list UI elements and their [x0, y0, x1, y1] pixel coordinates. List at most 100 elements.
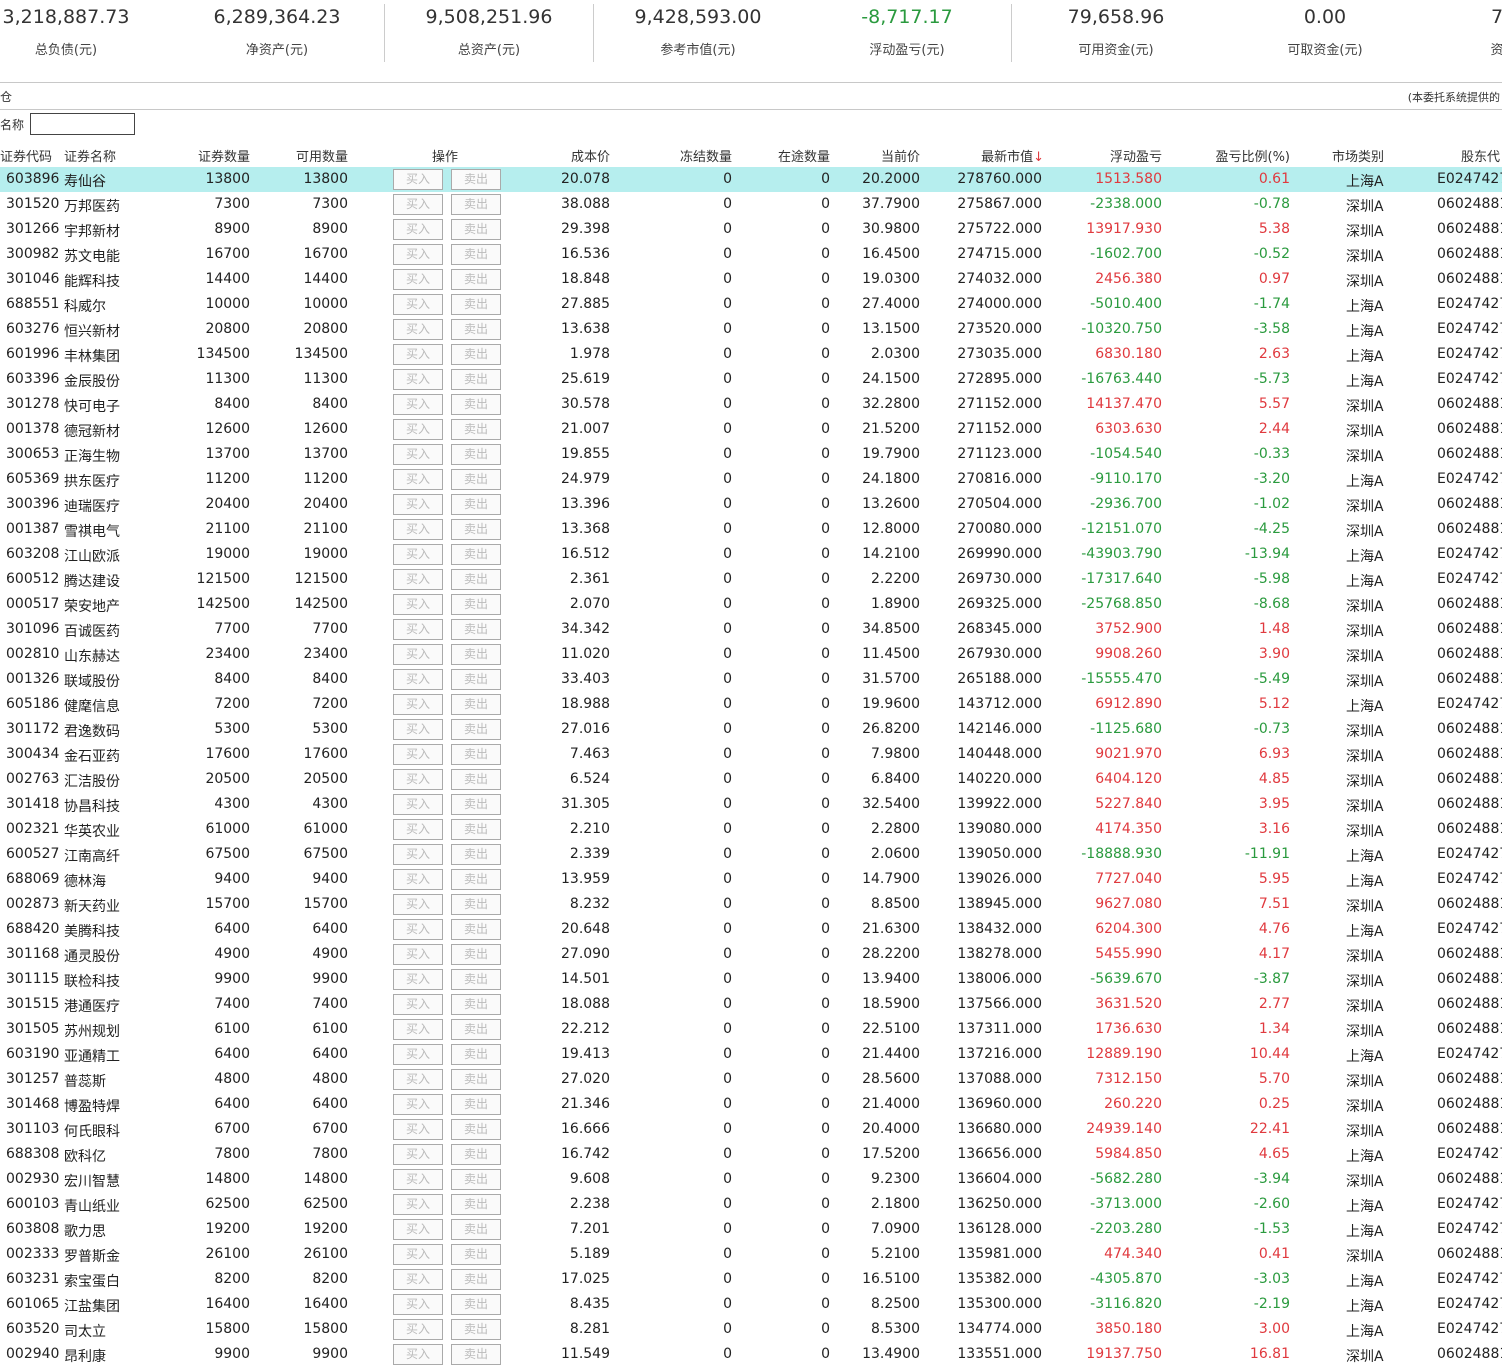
table-row[interactable]: 300396 迪瑞医疗 20400 20400 13.396 0 0 13.2600 27050… [0, 492, 1502, 517]
sell-button[interactable]: 卖出 [451, 494, 501, 515]
table-row[interactable]: 688551 科威尔 10000 10000 27.885 0 0 27.4000 274000… [0, 292, 1502, 317]
sell-button[interactable]: 卖出 [451, 519, 501, 540]
buy-button[interactable]: 买入 [393, 1194, 443, 1215]
table-row[interactable]: 301278 快可电子 8400 8400 30.578 0 0 32.2800 271152.… [0, 392, 1502, 417]
sell-button[interactable]: 卖出 [451, 994, 501, 1015]
sell-button[interactable]: 卖出 [451, 219, 501, 240]
sell-button[interactable]: 卖出 [451, 444, 501, 465]
table-row[interactable]: 603208 江山欧派 19000 19000 16.512 0 0 14.2100 26999… [0, 542, 1502, 567]
buy-button[interactable]: 买入 [393, 469, 443, 490]
buy-button[interactable]: 买入 [393, 519, 443, 540]
table-row[interactable]: 301046 能辉科技 14400 14400 18.848 0 0 19.0300 27403… [0, 267, 1502, 292]
buy-button[interactable]: 买入 [393, 1119, 443, 1140]
column-header[interactable]: 证券数量 [198, 146, 250, 165]
buy-button[interactable]: 买入 [393, 894, 443, 915]
buy-button[interactable]: 买入 [393, 544, 443, 565]
buy-button[interactable]: 买入 [393, 269, 443, 290]
table-row[interactable]: 301520 万邦医药 7300 7300 38.088 0 0 37.7900 275867.… [0, 192, 1502, 217]
table-row[interactable]: 301515 港通医疗 7400 7400 18.088 0 0 18.5900 137566.… [0, 992, 1502, 1017]
sell-button[interactable]: 卖出 [451, 169, 501, 190]
table-row[interactable]: 001326 联域股份 8400 8400 33.403 0 0 31.5700 265188.… [0, 667, 1502, 692]
column-header[interactable]: 当前价 [881, 146, 920, 165]
table-row[interactable]: 600103 青山纸业 62500 62500 2.238 0 0 2.1800 136250.… [0, 1192, 1502, 1217]
table-row[interactable]: 688069 德林海 9400 9400 13.959 0 0 14.7900 139026.0… [0, 867, 1502, 892]
sell-button[interactable]: 卖出 [451, 269, 501, 290]
buy-button[interactable]: 买入 [393, 369, 443, 390]
buy-button[interactable]: 买入 [393, 1294, 443, 1315]
table-row[interactable]: 301468 博盈特焊 6400 6400 21.346 0 0 21.4000 136960.… [0, 1092, 1502, 1117]
buy-button[interactable]: 买入 [393, 1044, 443, 1065]
buy-button[interactable]: 买入 [393, 419, 443, 440]
table-row[interactable]: 603520 司太立 15800 15800 8.281 0 0 8.5300 134774.0… [0, 1317, 1502, 1342]
sell-button[interactable]: 卖出 [451, 344, 501, 365]
sell-button[interactable]: 卖出 [451, 869, 501, 890]
table-row[interactable]: 301172 君逸数码 5300 5300 27.016 0 0 26.8200 142146.… [0, 717, 1502, 742]
buy-button[interactable]: 买入 [393, 1244, 443, 1265]
table-row[interactable]: 301103 何氏眼科 6700 6700 16.666 0 0 20.4000 136680.… [0, 1117, 1502, 1142]
column-header[interactable]: 证券名称 [64, 146, 116, 165]
buy-button[interactable]: 买入 [393, 494, 443, 515]
buy-button[interactable]: 买入 [393, 719, 443, 740]
table-row[interactable]: 301257 普蕊斯 4800 4800 27.020 0 0 28.5600 137088.0… [0, 1067, 1502, 1092]
sell-button[interactable]: 卖出 [451, 944, 501, 965]
table-row[interactable]: 600512 腾达建设 121500 121500 2.361 0 0 2.2200 26973… [0, 567, 1502, 592]
column-header[interactable]: 操作 [432, 146, 458, 165]
table-row[interactable]: 301266 宇邦新材 8900 8900 29.398 0 0 30.9800 275722.… [0, 217, 1502, 242]
buy-button[interactable]: 买入 [393, 169, 443, 190]
buy-button[interactable]: 买入 [393, 1219, 443, 1240]
sell-button[interactable]: 卖出 [451, 1194, 501, 1215]
sell-button[interactable]: 卖出 [451, 369, 501, 390]
buy-button[interactable]: 买入 [393, 1169, 443, 1190]
buy-button[interactable]: 买入 [393, 194, 443, 215]
sell-button[interactable]: 卖出 [451, 1094, 501, 1115]
column-header[interactable]: 可用数量 [296, 146, 348, 165]
sell-button[interactable]: 卖出 [451, 569, 501, 590]
sell-button[interactable]: 卖出 [451, 744, 501, 765]
buy-button[interactable]: 买入 [393, 1069, 443, 1090]
column-header[interactable]: 成本价 [571, 146, 610, 165]
sell-button[interactable]: 卖出 [451, 1169, 501, 1190]
buy-button[interactable]: 买入 [393, 219, 443, 240]
sell-button[interactable]: 卖出 [451, 844, 501, 865]
buy-button[interactable]: 买入 [393, 344, 443, 365]
sell-button[interactable]: 卖出 [451, 1219, 501, 1240]
table-row[interactable]: 301418 协昌科技 4300 4300 31.305 0 0 32.5400 139922.… [0, 792, 1502, 817]
sell-button[interactable]: 卖出 [451, 294, 501, 315]
column-header[interactable]: 盈亏比例(%) [1216, 146, 1291, 165]
sell-button[interactable]: 卖出 [451, 719, 501, 740]
table-row[interactable]: 603190 亚通精工 6400 6400 19.413 0 0 21.4400 137216.… [0, 1042, 1502, 1067]
buy-button[interactable]: 买入 [393, 1094, 443, 1115]
column-header[interactable]: 证券代码 [0, 146, 52, 165]
table-row[interactable]: 603276 恒兴新材 20800 20800 13.638 0 0 13.1500 27352… [0, 317, 1502, 342]
sell-button[interactable]: 卖出 [451, 919, 501, 940]
buy-button[interactable]: 买入 [393, 994, 443, 1015]
table-row[interactable]: 001387 雪祺电气 21100 21100 13.368 0 0 12.8000 27008… [0, 517, 1502, 542]
sell-button[interactable]: 卖出 [451, 469, 501, 490]
table-row[interactable]: 002810 山东赫达 23400 23400 11.020 0 0 11.4500 26793… [0, 642, 1502, 667]
column-header[interactable]: 最新市值↓ [981, 146, 1044, 165]
buy-button[interactable]: 买入 [393, 969, 443, 990]
buy-button[interactable]: 买入 [393, 869, 443, 890]
table-row[interactable]: 000517 荣安地产 142500 142500 2.070 0 0 1.8900 26932… [0, 592, 1502, 617]
table-row[interactable]: 603808 歌力思 19200 19200 7.201 0 0 7.0900 136128.0… [0, 1217, 1502, 1242]
buy-button[interactable]: 买入 [393, 669, 443, 690]
sell-button[interactable]: 卖出 [451, 1319, 501, 1340]
sell-button[interactable]: 卖出 [451, 819, 501, 840]
table-row[interactable]: 002321 华英农业 61000 61000 2.210 0 0 2.2800 139080.… [0, 817, 1502, 842]
table-row[interactable]: 001378 德冠新材 12600 12600 21.007 0 0 21.5200 27115… [0, 417, 1502, 442]
sell-button[interactable]: 卖出 [451, 1269, 501, 1290]
sell-button[interactable]: 卖出 [451, 1019, 501, 1040]
column-header[interactable]: 股东代 [1461, 146, 1500, 165]
sell-button[interactable]: 卖出 [451, 1244, 501, 1265]
buy-button[interactable]: 买入 [393, 619, 443, 640]
sell-button[interactable]: 卖出 [451, 419, 501, 440]
buy-button[interactable]: 买入 [393, 769, 443, 790]
column-header[interactable]: 市场类别 [1332, 146, 1384, 165]
sell-button[interactable]: 卖出 [451, 394, 501, 415]
column-header[interactable]: 在途数量 [778, 146, 830, 165]
sell-button[interactable]: 卖出 [451, 1069, 501, 1090]
search-input[interactable] [30, 113, 135, 135]
table-row[interactable]: 603396 金辰股份 11300 11300 25.619 0 0 24.1500 27289… [0, 367, 1502, 392]
column-header[interactable]: 冻结数量 [680, 146, 732, 165]
sell-button[interactable]: 卖出 [451, 894, 501, 915]
